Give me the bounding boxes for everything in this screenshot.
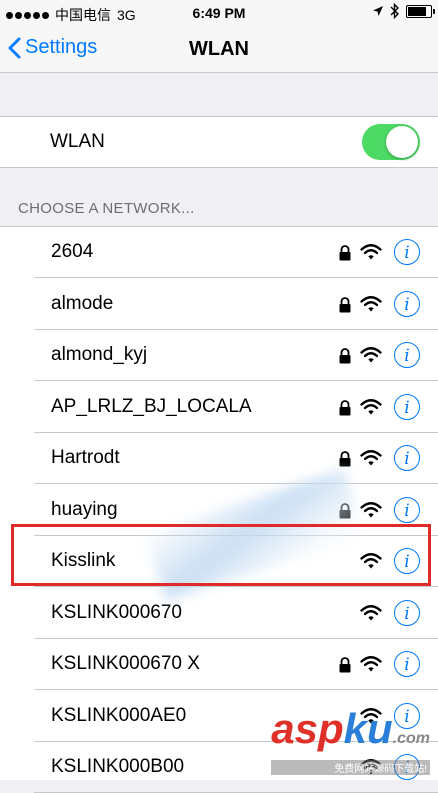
info-icon[interactable]: i <box>394 342 420 368</box>
wifi-signal-icon <box>360 500 382 520</box>
lock-icon <box>338 296 352 313</box>
network-name: almode <box>51 292 114 314</box>
network-name: AP_LRLZ_BJ_LOCALA <box>51 395 252 417</box>
watermark-logo: aspku.com <box>271 705 430 752</box>
network-row[interactable]: AP_LRLZ_BJ_LOCALA i <box>0 382 438 433</box>
lock-icon <box>338 245 352 261</box>
network-name: 2604 <box>51 241 94 262</box>
network-list: 2604 i almode i almond_kyj i AP_LRLZ_BJ_LOCALA… <box>0 226 438 793</box>
network-row[interactable]: Hartrodt i <box>0 433 438 484</box>
info-icon[interactable]: i <box>394 651 420 677</box>
wifi-signal-icon <box>360 345 382 365</box>
section-header: CHOOSE A NETWORK... <box>18 200 195 217</box>
status-right <box>372 3 435 19</box>
network-name: KSLINK000B00 <box>51 756 185 777</box>
watermark: aspku.com 免费网站源码下载站! <box>271 708 430 775</box>
battery-icon <box>406 4 435 18</box>
status-bar: 中国电信 3G 6:49 PM <box>0 0 438 26</box>
network-name: Hartrodt <box>51 447 120 468</box>
lock-icon <box>338 657 352 673</box>
info-icon[interactable]: i <box>394 445 420 471</box>
highlight-box <box>11 524 431 586</box>
wifi-signal-icon <box>360 603 382 623</box>
network-name: KSLINK000AE0 <box>51 704 187 726</box>
network-row[interactable]: KSLINK000670 i <box>0 588 438 639</box>
location-icon <box>373 6 383 16</box>
network-name: KSLINK000670 X <box>51 653 200 674</box>
navigation-bar: Settings WLAN <box>0 26 438 73</box>
network-name: almond_kyj <box>51 344 148 365</box>
wlan-toggle-row: WLAN <box>0 116 438 168</box>
network-row[interactable]: 2604 i <box>0 227 438 278</box>
info-icon[interactable]: i <box>394 290 420 317</box>
network-row[interactable]: almond_kyj i <box>0 330 438 381</box>
wlan-toggle-switch[interactable] <box>362 124 420 160</box>
toggle-knob <box>386 126 418 158</box>
lock-icon <box>338 348 352 364</box>
wifi-signal-icon <box>360 397 382 417</box>
wlan-label: WLAN <box>50 131 105 152</box>
info-icon[interactable]: i <box>394 599 420 626</box>
lock-icon <box>338 399 352 416</box>
wifi-signal-icon <box>360 294 382 314</box>
lock-icon <box>338 451 352 467</box>
bluetooth-icon <box>390 3 399 19</box>
network-row[interactable]: almode i <box>0 279 438 330</box>
wifi-signal-icon <box>360 242 382 262</box>
network-row[interactable]: KSLINK000670 X i <box>0 639 438 690</box>
network-name: huaying <box>51 498 118 520</box>
info-icon[interactable]: i <box>394 496 420 523</box>
page-title: WLAN <box>189 38 249 60</box>
network-name: KSLINK000670 <box>51 601 182 623</box>
info-icon[interactable]: i <box>394 393 420 420</box>
watermark-tagline: 免费网站源码下载站! <box>271 760 430 775</box>
info-icon[interactable]: i <box>394 239 420 265</box>
wifi-signal-icon <box>360 448 382 468</box>
wifi-signal-icon <box>360 654 382 674</box>
